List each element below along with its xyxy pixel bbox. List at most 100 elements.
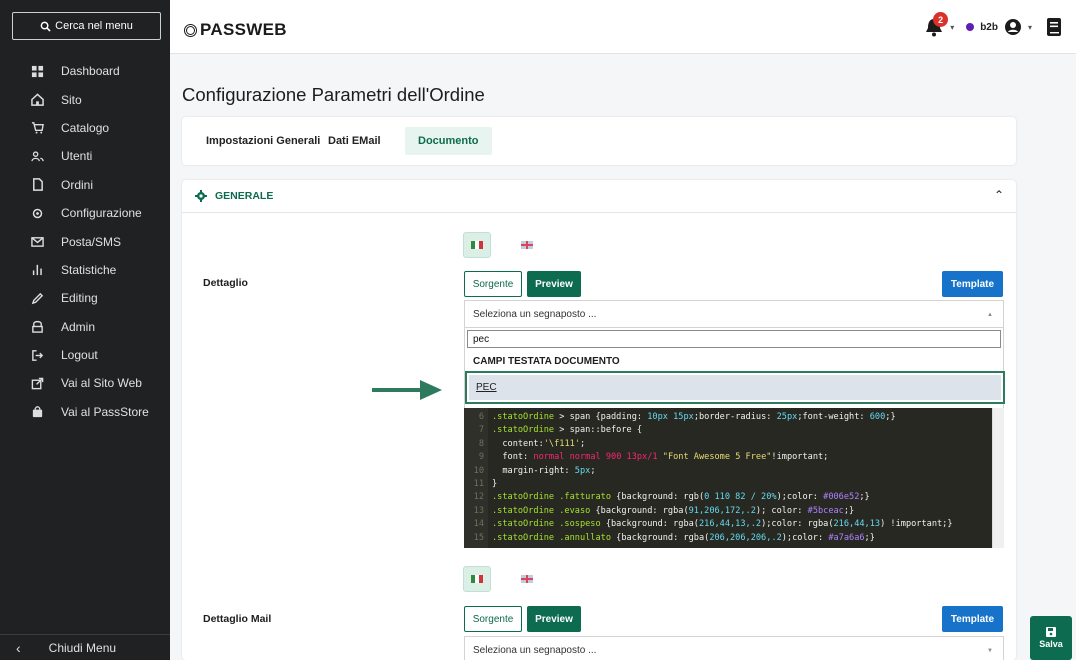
gear-icon bbox=[30, 206, 44, 220]
code-token: 206,206,206,.2 bbox=[709, 532, 782, 543]
lang-en-button[interactable] bbox=[513, 232, 541, 258]
mail-lang-it-button[interactable] bbox=[463, 566, 491, 592]
sidebar-item-label: Utenti bbox=[61, 149, 93, 164]
sidebar-item-label: Editing bbox=[61, 291, 98, 306]
code-token: .statoOrdine .sospeso bbox=[492, 519, 601, 530]
italy-flag-icon bbox=[471, 575, 483, 583]
code-token: .statoOrdine bbox=[492, 425, 555, 436]
code-line-number: 6 bbox=[478, 412, 484, 422]
code-token: 216,44,13,.2 bbox=[698, 519, 762, 530]
orders-icon bbox=[30, 178, 44, 192]
code-token: } bbox=[492, 479, 498, 489]
book-icon[interactable] bbox=[1046, 17, 1062, 37]
save-button[interactable]: Salva bbox=[1030, 616, 1072, 660]
dropdown-search-input[interactable] bbox=[467, 330, 1001, 348]
mail-lang-en-button[interactable] bbox=[513, 566, 541, 592]
code-token: 216,44,13 bbox=[833, 519, 881, 530]
sidebar-item-utenti[interactable]: Utenti bbox=[0, 142, 170, 170]
dropdown-option-pec[interactable]: PEC bbox=[465, 371, 1005, 404]
mail-source-button[interactable]: Sorgente bbox=[464, 606, 522, 632]
sidebar-menu: Dashboard Sito Catalogo Utenti Ordini Configu… bbox=[0, 57, 170, 426]
code-editor[interactable]: 6 .statoOrdine > span {padding: 10px 15px… bbox=[464, 408, 1004, 548]
code-token: #006e52 bbox=[823, 492, 860, 503]
sidebar-item-label: Sito bbox=[61, 92, 82, 107]
sidebar-item-label: Statistiche bbox=[61, 262, 117, 277]
code-token: );color: bbox=[776, 492, 824, 503]
section-header[interactable]: GENERALE ⌃ bbox=[182, 180, 1016, 213]
code-line-number: 13 bbox=[473, 505, 484, 516]
shopping-bag-icon bbox=[30, 405, 44, 419]
code-token: font: bbox=[492, 452, 534, 463]
sidebar-item-logout[interactable]: Logout bbox=[0, 341, 170, 369]
user-label[interactable]: b2b bbox=[980, 22, 998, 33]
sidebar-item-ordini[interactable]: Ordini bbox=[0, 171, 170, 199]
code-token: 0 110 82 / 20% bbox=[704, 492, 777, 503]
menu-search-button[interactable]: Cerca nel menu bbox=[12, 12, 161, 40]
sidebar-item-catalogo[interactable]: Catalogo bbox=[0, 114, 170, 142]
code-line-text: .statoOrdine .fatturato {background: rgb… bbox=[492, 491, 870, 503]
code-token: ; bbox=[579, 438, 586, 449]
mail-icon bbox=[30, 235, 44, 249]
sidebar-item-editing[interactable]: Editing bbox=[0, 284, 170, 312]
code-scrollbar[interactable] bbox=[992, 408, 1004, 548]
chevron-down-small-icon: ▼ bbox=[987, 648, 993, 654]
mail-template-button[interactable]: Template bbox=[942, 606, 1003, 632]
mail-preview-button[interactable]: Preview bbox=[527, 606, 581, 632]
floppy-icon bbox=[1046, 627, 1056, 637]
placeholder-select[interactable]: Seleziona un segnaposto ... ▲ bbox=[464, 300, 1004, 328]
external-link-icon bbox=[30, 376, 44, 390]
tab-impostazioni-generali[interactable]: Impostazioni Generali bbox=[193, 127, 333, 155]
code-token: normal normal 900 13px/1 bbox=[533, 452, 663, 463]
code-token: {background: rgb( bbox=[611, 492, 705, 503]
sidebar-item-label: Dashboard bbox=[61, 64, 120, 79]
mail-placeholder-select[interactable]: Seleziona un segnaposto ... ▼ bbox=[464, 636, 1004, 660]
chevron-left-icon: ‹ bbox=[16, 639, 21, 656]
sidebar-item-statistiche[interactable]: Statistiche bbox=[0, 256, 170, 284]
code-line-text: .statoOrdine .sospeso {background: rgba(… bbox=[492, 518, 953, 530]
code-token: .statoOrdine .annullato bbox=[492, 532, 611, 543]
pencil-icon bbox=[30, 291, 44, 305]
sidebar-item-sito[interactable]: Sito bbox=[0, 85, 170, 113]
menu-search-label: Cerca nel menu bbox=[55, 20, 133, 32]
italy-flag-icon bbox=[471, 241, 483, 249]
logo-mark-icon bbox=[184, 23, 197, 37]
code-token: !important; bbox=[771, 452, 829, 463]
collapse-menu-button[interactable]: ‹ Chiudi Menu bbox=[0, 634, 170, 660]
chevron-up-small-icon: ▲ bbox=[987, 312, 993, 318]
logo[interactable]: PASSWEB bbox=[184, 20, 287, 40]
chevron-up-icon[interactable]: ⌃ bbox=[994, 188, 1004, 202]
template-button[interactable]: Template bbox=[942, 271, 1003, 297]
notifications-caret-icon[interactable]: ▾ bbox=[950, 23, 954, 32]
dashboard-icon bbox=[30, 64, 44, 78]
source-button[interactable]: Sorgente bbox=[464, 271, 522, 297]
tab-documento[interactable]: Documento bbox=[405, 127, 492, 155]
code-token: 25px bbox=[776, 412, 798, 422]
notifications-button[interactable]: 2 bbox=[924, 12, 949, 38]
tab-dati-email[interactable]: Dati EMail bbox=[315, 127, 394, 155]
preview-button[interactable]: Preview bbox=[527, 271, 581, 297]
code-token: 10px 15px bbox=[647, 412, 694, 422]
sidebar-item-posta-sms[interactable]: Posta/SMS bbox=[0, 227, 170, 255]
sidebar-item-dashboard[interactable]: Dashboard bbox=[0, 57, 170, 85]
sidebar-item-configurazione[interactable]: Configurazione bbox=[0, 199, 170, 227]
sidebar-item-admin[interactable]: Admin bbox=[0, 313, 170, 341]
sidebar: Cerca nel menu Dashboard Sito Catalogo Uten… bbox=[0, 0, 170, 660]
sidebar-item-vai-al-passstore[interactable]: Vai al PassStore bbox=[0, 398, 170, 426]
sidebar-item-label: Catalogo bbox=[61, 120, 110, 135]
code-token: {background: rgba( bbox=[590, 505, 689, 516]
code-token: "Font Awesome 5 Free" bbox=[662, 452, 772, 463]
sidebar-item-label: Vai al Sito Web bbox=[61, 376, 142, 391]
collapse-menu-label: Chiudi Menu bbox=[48, 640, 117, 655]
user-avatar-icon[interactable] bbox=[1004, 18, 1022, 36]
code-line-text: } bbox=[492, 478, 497, 490]
code-token: ;font-weight: bbox=[797, 412, 870, 422]
sidebar-item-label: Admin bbox=[61, 319, 96, 334]
sidebar-item-vai-al-sito-web[interactable]: Vai al Sito Web bbox=[0, 369, 170, 397]
placeholder-dropdown: CAMPI TESTATA DOCUMENTO PEC bbox=[464, 328, 1005, 408]
lang-it-button[interactable] bbox=[463, 232, 491, 258]
search-icon bbox=[40, 21, 51, 32]
code-line-text: .statoOrdine .evaso {background: rgba(91… bbox=[492, 505, 854, 517]
user-caret-icon[interactable]: ▾ bbox=[1028, 23, 1032, 32]
code-token: > span::before { bbox=[554, 425, 643, 436]
logout-icon bbox=[30, 348, 44, 362]
